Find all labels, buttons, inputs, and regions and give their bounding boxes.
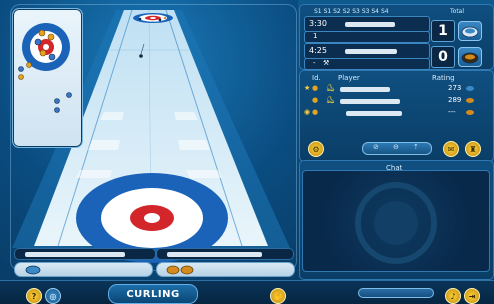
team1-time-row: 3:30 (304, 16, 430, 32)
team2-name-bar (156, 248, 294, 260)
globe-icon: ● (312, 108, 319, 116)
speaker-icon: ♪ (450, 291, 456, 301)
hammer-icon: ⚒ (323, 59, 330, 67)
team2-ends-row: - ⚒ (304, 58, 430, 70)
player-header: Player (338, 74, 360, 82)
curler-icon: ⛸ (326, 96, 335, 104)
sound-button[interactable]: ♪ (445, 288, 461, 304)
end-label: S1 (323, 8, 332, 15)
player-name-hidden (340, 87, 390, 92)
end-label: S4 (380, 8, 389, 15)
globe-icon: ● (312, 84, 319, 92)
trophy-button[interactable]: ♜ (465, 141, 481, 157)
team1-stone-badge (458, 21, 482, 41)
end-label: S3 (361, 8, 370, 15)
team1-name-bar (14, 248, 156, 260)
player-actions-bar[interactable]: ⊘ ⊖ ⇡ (362, 142, 432, 155)
total-label: Total (450, 8, 465, 15)
chat-watermark (355, 182, 437, 264)
chat-bubble-icon: ✉ (447, 144, 455, 154)
orange-stone-icon (461, 52, 479, 64)
orange-stone-icon (466, 110, 474, 115)
end-label: S1 (314, 8, 322, 15)
settings-button[interactable]: ⚙ (308, 141, 324, 157)
robot-icon: ◉ (304, 108, 311, 116)
end-label: S2 (342, 8, 351, 15)
minimap-svg (18, 23, 72, 113)
team1-stone-icon (25, 265, 41, 275)
players-panel: Id. Player Rating ★ ● ⛸ 273 ● ⛸ 289 ◉ ● … (299, 70, 494, 162)
moving-stone (139, 54, 143, 58)
info-icon: ⊘ (373, 143, 379, 151)
view-button[interactable]: ◎ (45, 288, 61, 304)
end-label: S4 (371, 8, 380, 15)
team2-stone-badge (458, 47, 482, 67)
orange-stone-icon (466, 98, 474, 103)
team2-total: 0 (431, 46, 455, 68)
team1-name-hidden (25, 249, 125, 259)
minus-icon: ⊖ (393, 143, 399, 151)
id-header: Id. (312, 74, 321, 82)
curler-icon: ⛸ (326, 84, 335, 92)
question-mark-icon: ? (31, 291, 37, 301)
ends-header: S1 S1 S2 S2 S3 S3 S4 S4 (314, 8, 389, 15)
exit-button[interactable]: ⇥ (464, 288, 480, 304)
help-button[interactable]: ? (26, 288, 42, 304)
player-row[interactable]: ★ ● ⛸ 273 (300, 84, 490, 95)
team2-name-hidden (167, 249, 262, 259)
gear-icon: ⚙ (312, 144, 320, 154)
team1-total: 1 (431, 20, 455, 42)
team1-time: 3:30 (309, 19, 327, 28)
curling-logo: CURLING (108, 284, 198, 304)
team1-end-score: 1 (313, 32, 318, 40)
chat-messages-area[interactable] (302, 170, 490, 272)
globe-icon: ● (312, 96, 319, 104)
eye-icon: ◎ (49, 291, 57, 301)
team1-stones-remaining (14, 262, 153, 277)
team2-time: 4:25 (309, 46, 327, 55)
blue-stone-icon (466, 86, 474, 91)
team2-end-score: - (313, 59, 316, 67)
team2-name-hidden (345, 49, 397, 54)
player-rating: 273 (448, 84, 462, 92)
logo-text: CURLING (126, 288, 180, 300)
team2-stones-remaining (156, 262, 295, 277)
game-area (0, 0, 298, 304)
rating-header: Rating (432, 74, 455, 82)
team1-name-hidden (345, 22, 395, 27)
team2-time-row: 4:25 (304, 43, 430, 59)
scoreboard-panel: S1 S1 S2 S2 S3 S3 S4 S4 Total 3:30 1 1 4… (299, 4, 494, 70)
chat-open-button[interactable]: ✉ (443, 141, 459, 157)
team1-ends-row: 1 (304, 31, 430, 43)
hand-icon: ✋ (273, 291, 283, 301)
blue-stone-icon (461, 26, 479, 38)
end-label: S2 (333, 8, 341, 15)
chat-input-bar[interactable] (358, 288, 434, 298)
player-row[interactable]: ◉ ● --- (300, 108, 490, 119)
up-icon: ⇡ (413, 143, 419, 151)
throw-button[interactable]: ✋ (270, 288, 286, 304)
player-rating: --- (448, 108, 456, 116)
curling-game-window: S1 S1 S2 S2 S3 S3 S4 S4 Total 3:30 1 1 4… (0, 0, 494, 304)
player-name-hidden (340, 99, 400, 104)
star-icon: ★ (304, 84, 311, 92)
end-label: S3 (352, 8, 360, 15)
stone (138, 17, 142, 21)
minimap[interactable] (12, 8, 83, 148)
trophy-icon: ♜ (469, 144, 477, 154)
exit-icon: ⇥ (468, 291, 476, 301)
player-name-hidden (346, 111, 402, 116)
player-rating: 289 (448, 96, 462, 104)
stone (163, 16, 167, 20)
team2-stone-icons (166, 265, 194, 275)
stone (158, 18, 162, 22)
player-row[interactable]: ● ⛸ 289 (300, 96, 490, 107)
